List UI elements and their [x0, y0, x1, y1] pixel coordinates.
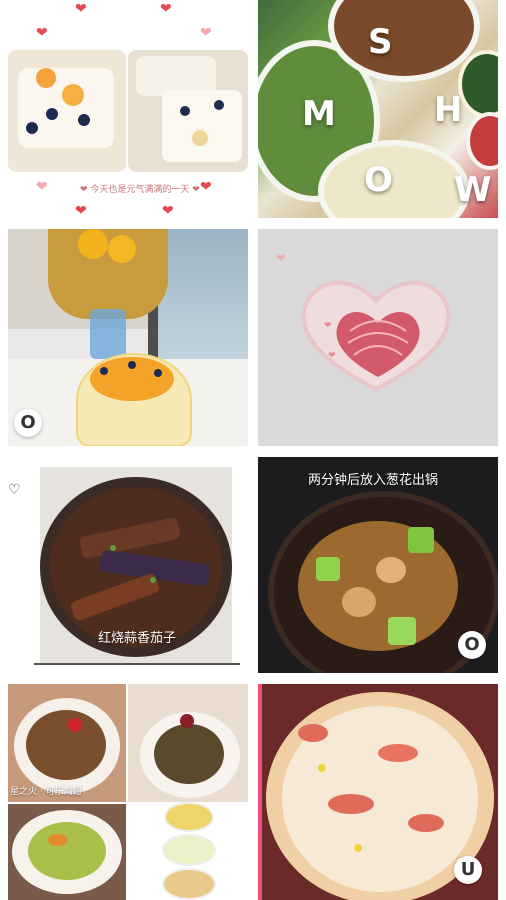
tile-pizza[interactable]: U: [258, 684, 498, 900]
dessert-photo-right: [128, 50, 248, 172]
badge-o-icon: O: [14, 409, 42, 437]
frame-line: [34, 663, 240, 665]
photo-stirfry: [8, 804, 126, 900]
heart-icon: ❤: [36, 25, 48, 41]
badge-u-icon: U: [454, 856, 482, 884]
bouquet: [48, 229, 168, 319]
tile-eggplant[interactable]: ♡ 红烧蒜香茄子: [0, 457, 253, 677]
letter-s: S: [368, 22, 393, 62]
dessert-caption: ❤ 今天也是元气满满的一天 ❤: [80, 185, 200, 195]
eggplant-photo: 红烧蒜香茄子: [40, 467, 232, 663]
tile-fingerprint-heart[interactable]: ❤ ❤ ❤: [258, 229, 498, 446]
dessert-photo-left: [8, 50, 126, 172]
fingerprint-heart-icon: [336, 311, 420, 377]
heart-icon: ❤: [160, 1, 172, 17]
heart-icon: ❤: [276, 251, 287, 265]
badge-o-icon: O: [458, 631, 486, 659]
tile-claypot[interactable]: 两分钟后放入葱花出锅 O: [258, 457, 498, 673]
heart-icon: ❤: [75, 203, 87, 219]
heart-icon: ❤: [324, 321, 332, 331]
eggplant-caption: 红烧蒜香茄子: [98, 631, 177, 646]
photo-small-dishes: [158, 802, 216, 900]
heart-icon: ❤: [200, 179, 212, 195]
heart-outline-icon: ♡: [8, 482, 21, 498]
heart-icon: ❤: [75, 1, 87, 17]
tile-dishes-grid[interactable]: 星之火 · 可乐鸡翅: [8, 684, 248, 900]
letter-o: O: [364, 160, 393, 200]
letter-m: M: [302, 94, 336, 134]
pink-border: [258, 684, 262, 900]
claypot-caption: 两分钟后放入葱花出锅: [308, 473, 439, 488]
photo-chicken-wings: 星之火 · 可乐鸡翅: [8, 684, 126, 802]
tile-dishes-collage[interactable]: S H M O W: [258, 0, 498, 218]
heart-icon: ❤: [162, 203, 174, 219]
tile-desserts[interactable]: ❤ ❤ ❤ ❤ ❤ ❤ ❤ ❤ ❤ 今天也是元气满满的一天 ❤: [0, 0, 253, 225]
heart-icon: ❤: [200, 25, 212, 41]
letter-w: W: [454, 170, 492, 210]
photo-noodles: [128, 684, 248, 802]
chicken-caption: 星之火 · 可乐鸡翅: [10, 787, 82, 797]
heart-icon: ❤: [328, 351, 336, 361]
letter-h: H: [434, 90, 463, 130]
heart-icon: ❤: [36, 179, 48, 195]
tile-cake[interactable]: O: [8, 229, 248, 446]
